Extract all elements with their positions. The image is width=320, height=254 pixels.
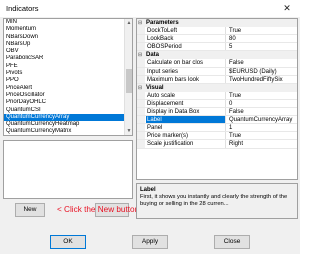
property-name: Input series bbox=[146, 67, 226, 75]
property-grid[interactable]: ⊟ Parameters DockToLeft True LookBack 80 OBOSP… bbox=[136, 18, 298, 180]
property-value[interactable]: 0 bbox=[227, 100, 297, 107]
property-value[interactable]: False bbox=[227, 59, 297, 66]
property-row[interactable]: LookBack 80 bbox=[137, 35, 297, 44]
list-item[interactable]: ParabolicSAR bbox=[4, 55, 126, 62]
property-category[interactable]: ⊟ Parameters bbox=[137, 19, 297, 28]
property-row[interactable]: Maximum bars look TwoHundredFiftySix bbox=[137, 75, 297, 84]
list-item[interactable]: QuantumCSI bbox=[4, 107, 126, 114]
property-row[interactable]: Input series $EURUSD (Daily) bbox=[137, 67, 297, 76]
row-gutter bbox=[137, 43, 145, 51]
dialog-body: MIN Momentum NBarsDown NBarsUp OBV ParabolicS… bbox=[0, 17, 300, 254]
property-row[interactable]: Scale justification Right bbox=[137, 140, 297, 149]
row-gutter bbox=[137, 132, 145, 140]
list-item[interactable]: PriceOscillator bbox=[4, 92, 126, 99]
property-row[interactable]: Displacement 0 bbox=[137, 99, 297, 109]
indicator-list[interactable]: MIN Momentum NBarsDown NBarsUp OBV ParabolicS… bbox=[3, 18, 133, 136]
title-bar: Indicators ✕ bbox=[0, 0, 300, 17]
property-value[interactable]: Right bbox=[227, 140, 297, 147]
property-name: Calculate on bar clos bbox=[146, 59, 226, 67]
property-value[interactable]: QuantumCurrencyArray bbox=[227, 116, 297, 123]
property-value[interactable]: 1 bbox=[227, 124, 297, 131]
property-row[interactable]: DockToLeft True bbox=[137, 27, 297, 36]
property-name: Price marker(s) bbox=[146, 132, 226, 140]
list-item[interactable]: NBarsDown bbox=[4, 34, 126, 41]
property-row[interactable]: OBOSPeriod 5 bbox=[137, 43, 297, 52]
property-name: Scale justification bbox=[146, 140, 226, 148]
row-gutter bbox=[137, 91, 145, 99]
property-value[interactable]: True bbox=[227, 92, 297, 99]
row-gutter bbox=[137, 108, 145, 116]
property-row[interactable]: Price marker(s) True bbox=[137, 132, 297, 141]
row-gutter bbox=[137, 124, 145, 132]
apply-button[interactable]: Apply bbox=[132, 235, 168, 249]
row-gutter bbox=[137, 99, 145, 108]
property-name: DockToLeft bbox=[146, 27, 226, 35]
scroll-up-icon[interactable]: ▲ bbox=[125, 19, 132, 27]
row-gutter bbox=[137, 35, 145, 43]
property-row[interactable]: Auto scale True bbox=[137, 91, 297, 100]
list-scrollbar[interactable]: ▲ ▼ bbox=[124, 19, 132, 135]
property-row[interactable]: Label QuantumCurrencyArray bbox=[137, 116, 297, 125]
window-title: Indicators bbox=[6, 4, 39, 13]
instruction-annotation: < Click the New button bbox=[57, 205, 140, 214]
scroll-down-icon[interactable]: ▼ bbox=[125, 127, 132, 135]
list-item[interactable]: QuantumCurrencyMatrix bbox=[4, 128, 126, 135]
row-gutter bbox=[137, 75, 145, 83]
close-icon[interactable]: ✕ bbox=[278, 2, 296, 15]
collapse-icon[interactable]: ⊟ bbox=[138, 84, 142, 92]
property-value[interactable]: 80 bbox=[227, 35, 297, 42]
property-value[interactable]: TwoHundredFiftySix bbox=[227, 76, 297, 83]
row-gutter bbox=[137, 140, 145, 148]
property-row[interactable]: Calculate on bar clos False bbox=[137, 59, 297, 68]
scroll-thumb[interactable] bbox=[126, 69, 132, 93]
row-gutter bbox=[137, 27, 145, 35]
property-name: OBOSPeriod bbox=[146, 43, 226, 51]
category-name: Parameters bbox=[146, 20, 179, 26]
property-name: LookBack bbox=[146, 35, 226, 43]
property-name: Auto scale bbox=[146, 91, 226, 99]
property-value[interactable]: $EURUSD (Daily) bbox=[227, 68, 297, 75]
ok-button[interactable]: OK bbox=[50, 235, 86, 249]
property-value[interactable]: False bbox=[227, 108, 297, 115]
property-value[interactable]: True bbox=[227, 132, 297, 139]
category-name: Data bbox=[146, 52, 160, 59]
category-name: Visual bbox=[146, 84, 164, 91]
list-item[interactable]: QuantumCurrencyHeatmap bbox=[4, 121, 126, 128]
list-item[interactable]: Momentum bbox=[4, 26, 126, 33]
list-item[interactable]: NBarsUp bbox=[4, 41, 126, 48]
property-name: Label bbox=[146, 116, 226, 124]
indicator-list-items: MIN Momentum NBarsDown NBarsUp OBV ParabolicS… bbox=[4, 19, 126, 135]
property-row[interactable]: Display in Data Box False bbox=[137, 108, 297, 117]
property-row[interactable]: Panel 1 bbox=[137, 124, 297, 133]
property-name: Displacement bbox=[146, 99, 226, 108]
list-item[interactable]: PFE bbox=[4, 63, 126, 70]
collapse-icon[interactable]: ⊟ bbox=[138, 51, 142, 59]
close-button[interactable]: Close bbox=[214, 235, 250, 249]
property-category[interactable]: ⊟ Visual bbox=[137, 83, 297, 92]
property-value[interactable]: True bbox=[227, 27, 297, 34]
row-gutter bbox=[137, 116, 145, 124]
list-item[interactable]: PriceAlert bbox=[4, 85, 126, 92]
property-name: Maximum bars look bbox=[146, 75, 226, 83]
list-item[interactable]: QuantumCurrencyArray bbox=[4, 113, 126, 122]
list-item[interactable]: MIN bbox=[4, 19, 126, 26]
description-text: First, it shows you instantly and clearl… bbox=[140, 194, 288, 208]
list-item[interactable]: PPO bbox=[4, 77, 126, 84]
row-gutter bbox=[137, 67, 145, 75]
property-description: Label First, it shows you instantly and … bbox=[136, 183, 298, 219]
property-name: Panel bbox=[146, 124, 226, 132]
list-item[interactable]: PriorDayOHLC bbox=[4, 99, 126, 106]
new-button[interactable]: New bbox=[15, 203, 45, 217]
collapse-icon[interactable]: ⊟ bbox=[138, 19, 142, 27]
property-name: Display in Data Box bbox=[146, 108, 226, 116]
row-gutter bbox=[137, 59, 145, 67]
list-item[interactable]: OBV bbox=[4, 48, 126, 55]
list-item[interactable]: Pivots bbox=[4, 70, 126, 77]
applied-indicators-list[interactable] bbox=[3, 140, 133, 199]
description-title: Label bbox=[140, 187, 156, 193]
property-category[interactable]: ⊟ Data bbox=[137, 51, 297, 60]
property-value[interactable]: 5 bbox=[227, 43, 297, 50]
